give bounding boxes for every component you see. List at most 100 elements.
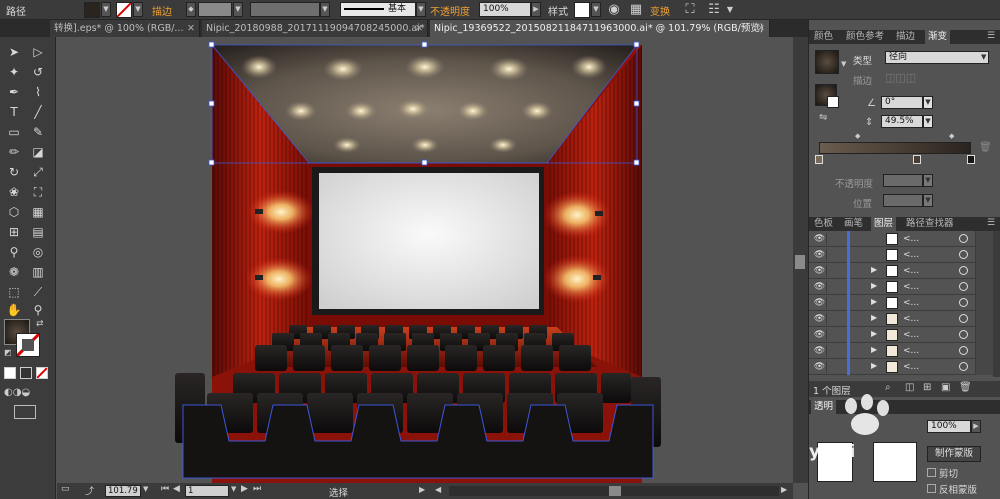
tab-gradient[interactable]: 渐变	[925, 30, 951, 44]
gradient-mode-icon[interactable]	[20, 367, 32, 379]
graphic-style-dropdown[interactable]: ▼	[591, 2, 601, 17]
rotate-tool-icon[interactable]: ↻	[4, 163, 24, 181]
clip-checkbox[interactable]	[927, 468, 936, 477]
expand-arrow-icon[interactable]: ▶	[871, 297, 877, 306]
selection-column[interactable]	[975, 295, 993, 311]
layer-name[interactable]: <...	[903, 249, 919, 261]
type-tool-icon[interactable]: T	[4, 103, 24, 121]
object-thumbnail[interactable]	[817, 442, 853, 482]
vertical-scroll-thumb[interactable]	[795, 255, 805, 269]
first-artboard-icon[interactable]: ⏮	[161, 484, 169, 494]
stop-opacity-dropdown[interactable]: ▼	[923, 174, 933, 187]
gradient-type-select[interactable]: 径向	[885, 51, 989, 64]
gradient-thumbnail[interactable]	[815, 50, 839, 74]
tab-swatches[interactable]: 色板	[811, 217, 836, 231]
selection-column[interactable]	[975, 343, 993, 359]
tab-color[interactable]: 颜色	[811, 30, 836, 44]
layer-name[interactable]: <...	[903, 233, 919, 245]
stop-location-field[interactable]	[883, 194, 923, 207]
recolor-artwork-icon[interactable]: ◉	[606, 2, 622, 18]
direct-selection-tool-icon[interactable]: ▷	[28, 43, 48, 61]
gradient-slider[interactable]	[819, 142, 971, 154]
none-mode-icon[interactable]	[36, 367, 48, 379]
layer-name[interactable]: <...	[903, 313, 919, 325]
free-transform-tool-icon[interactable]: ⛶	[28, 183, 48, 201]
visibility-eye-icon[interactable]: 👁	[813, 313, 827, 325]
target-circle-icon[interactable]	[959, 266, 968, 275]
lasso-tool-icon[interactable]: ↺	[28, 63, 48, 81]
horizontal-scrollbar[interactable]	[449, 486, 779, 496]
layer-name[interactable]: <...	[903, 361, 919, 373]
transform-label[interactable]: 变换	[650, 3, 670, 18]
tab-brushes[interactable]: 画笔	[841, 217, 866, 231]
prev-artboard-icon[interactable]: ◀	[173, 484, 180, 494]
selection-column[interactable]	[975, 327, 993, 343]
delete-stop-icon[interactable]: 🗑	[979, 142, 992, 153]
perspective-grid-tool-icon[interactable]: ▦	[28, 203, 48, 221]
mesh-tool-icon[interactable]: ⊞	[4, 223, 24, 241]
expand-arrow-icon[interactable]: ▶	[871, 265, 877, 274]
eyedropper-tool-icon[interactable]: ⚲	[4, 243, 24, 261]
zoom-tool-icon[interactable]: ⚲	[28, 301, 48, 319]
panel-menu-dropdown[interactable]: ▼	[722, 2, 738, 18]
reverse-gradient-icon[interactable]: ⇋	[819, 112, 827, 123]
selection-column[interactable]	[975, 231, 993, 247]
stroke-weight-dropdown[interactable]: ▼	[233, 2, 243, 17]
opacity-label[interactable]: 不透明度	[430, 3, 470, 18]
hscroll-right-icon[interactable]: ▶	[781, 485, 787, 494]
stroke-proxy[interactable]	[827, 96, 839, 108]
layer-row[interactable]: 👁 ▶ <...	[809, 311, 993, 327]
expand-arrow-icon[interactable]: ▶	[871, 281, 877, 290]
gradient-thumbnail-dropdown[interactable]: ▼	[841, 60, 846, 68]
document-canvas[interactable]	[57, 37, 793, 483]
layers-scrollbar[interactable]	[993, 231, 1000, 377]
isolate-icon[interactable]: ⛶	[682, 2, 698, 18]
tab-pathfinder[interactable]: 路径查找器	[903, 217, 957, 231]
selection-column[interactable]	[975, 247, 993, 263]
align-icon[interactable]: ▦	[628, 2, 644, 18]
layer-name[interactable]: <...	[903, 265, 919, 277]
gradient-stop[interactable]	[913, 155, 921, 164]
expand-arrow-icon[interactable]: ▶	[871, 313, 877, 322]
panel-menu-icon[interactable]: ☰	[987, 31, 995, 41]
scale-tool-icon[interactable]: ⤢	[28, 163, 48, 181]
warp-tool-icon[interactable]: ❀	[4, 183, 24, 201]
mask-thumbnail[interactable]	[873, 442, 917, 482]
visibility-eye-icon[interactable]: 👁	[813, 249, 827, 261]
midpoint-diamond-icon[interactable]: ◆	[949, 132, 954, 140]
layer-row[interactable]: 👁 ▶ <...	[809, 343, 993, 359]
share-icon[interactable]: ⤴	[85, 484, 94, 497]
symbol-sprayer-tool-icon[interactable]: ❁	[4, 263, 24, 281]
stroke-weight-stepper[interactable]: ◆	[186, 2, 196, 17]
brush-definition[interactable]: 基本	[340, 2, 416, 17]
target-circle-icon[interactable]	[959, 330, 968, 339]
fill-swatch[interactable]	[84, 2, 100, 18]
selection-column[interactable]	[975, 359, 993, 375]
stroke-dropdown[interactable]: ▼	[133, 2, 143, 17]
tab-transparency[interactable]: 透明	[811, 400, 837, 414]
transparency-opacity-dropdown[interactable]: ▶	[971, 420, 981, 433]
hand-tool-icon[interactable]: ✋	[4, 301, 24, 319]
rectangle-tool-icon[interactable]: ▭	[4, 123, 24, 141]
tab-color-guide[interactable]: 颜色参考	[843, 30, 887, 44]
angle-dropdown[interactable]: ▼	[923, 96, 933, 109]
layer-row[interactable]: 👁 ▶ <...	[809, 279, 993, 295]
stop-opacity-field[interactable]	[883, 174, 923, 187]
make-mask-button[interactable]: 制作蒙版	[927, 446, 981, 462]
stroke-weight-label[interactable]: 描边	[152, 3, 172, 18]
expand-arrow-icon[interactable]: ▶	[871, 329, 877, 338]
expand-arrow-icon[interactable]: ▶	[871, 345, 877, 354]
tab-stroke[interactable]: 描边	[893, 30, 918, 44]
close-tab-icon[interactable]: ✕	[187, 20, 195, 37]
vertical-scrollbar[interactable]	[793, 37, 808, 483]
color-mode-icon[interactable]	[4, 367, 16, 379]
layer-row[interactable]: 👁 <...	[809, 231, 993, 247]
layer-name[interactable]: <...	[903, 281, 919, 293]
last-artboard-icon[interactable]: ⏭	[253, 484, 261, 494]
new-layer-icon[interactable]: ▣	[941, 382, 950, 393]
angle-field[interactable]: 0°	[881, 96, 923, 109]
tab-layers[interactable]: 图层	[871, 217, 897, 231]
stroke-color-box[interactable]	[15, 332, 41, 358]
swap-colors-icon[interactable]: ⇄	[36, 319, 44, 329]
visibility-eye-icon[interactable]: 👁	[813, 265, 827, 277]
